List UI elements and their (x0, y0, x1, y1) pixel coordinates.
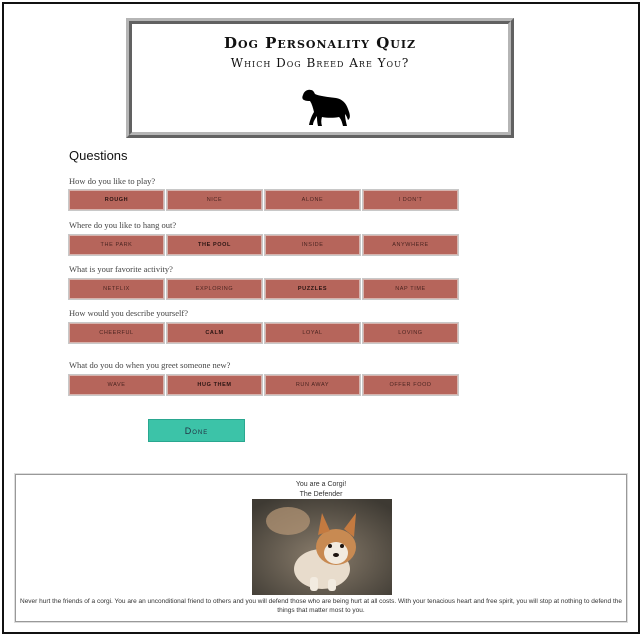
q1-option-alone[interactable]: Alone (265, 190, 360, 210)
q3-option-nap-time[interactable]: Nap time (363, 279, 458, 299)
question-5-text: What do you do when you greet someone ne… (69, 360, 231, 370)
q3-option-exploring[interactable]: Exploring (167, 279, 262, 299)
result-breed: You are a Corgi! (295, 481, 347, 488)
quiz-header: Dog Personality Quiz Which Dog Breed Are… (126, 18, 514, 138)
question-5-options: Wave Hug them Run away Offer food (69, 375, 459, 395)
q1-option-rough[interactable]: Rough (69, 190, 164, 210)
q4-option-cheerful[interactable]: Cheerful (69, 323, 164, 343)
q5-option-hug-them[interactable]: Hug them (167, 375, 262, 395)
done-button[interactable]: Done (148, 419, 245, 442)
q3-option-puzzles[interactable]: Puzzles (265, 279, 360, 299)
dog-silhouette-icon (302, 89, 350, 126)
q5-option-run-away[interactable]: Run away (265, 375, 360, 395)
result-description: Never hurt the friends of a corgi. You a… (20, 598, 622, 614)
questions-heading: Questions (69, 148, 128, 163)
q4-option-loyal[interactable]: Loyal (265, 323, 360, 343)
q2-option-anywhere[interactable]: Anywhere (363, 235, 458, 255)
question-4-options: Cheerful Calm Loyal Loving (69, 323, 459, 343)
q5-option-offer-food[interactable]: Offer food (363, 375, 458, 395)
quiz-subtitle: Which Dog Breed Are You? (230, 56, 410, 70)
question-1-options: Rough Nice Alone I don't (69, 190, 459, 210)
corgi-photo (252, 499, 392, 595)
question-4-text: How would you describe yourself? (69, 308, 188, 318)
question-2-options: The park The pool Inside Anywhere (69, 235, 459, 255)
question-3-options: Netflix Exploring Puzzles Nap time (69, 279, 459, 299)
question-3-text: What is your favorite activity? (69, 264, 173, 274)
q1-option-nice[interactable]: Nice (167, 190, 262, 210)
q4-option-loving[interactable]: Loving (363, 323, 458, 343)
result-panel: You are a Corgi! The Defender Never hurt… (15, 474, 627, 622)
question-2-text: Where do you like to hang out? (69, 220, 177, 230)
q4-option-calm[interactable]: Calm (167, 323, 262, 343)
q5-option-wave[interactable]: Wave (69, 375, 164, 395)
q2-option-the-pool[interactable]: The pool (167, 235, 262, 255)
q1-option-i-dont[interactable]: I don't (363, 190, 458, 210)
question-1-text: How do you like to play? (69, 176, 156, 186)
q3-option-netflix[interactable]: Netflix (69, 279, 164, 299)
q2-option-inside[interactable]: Inside (265, 235, 360, 255)
quiz-title: Dog Personality Quiz (223, 34, 417, 52)
q2-option-the-park[interactable]: The park (69, 235, 164, 255)
